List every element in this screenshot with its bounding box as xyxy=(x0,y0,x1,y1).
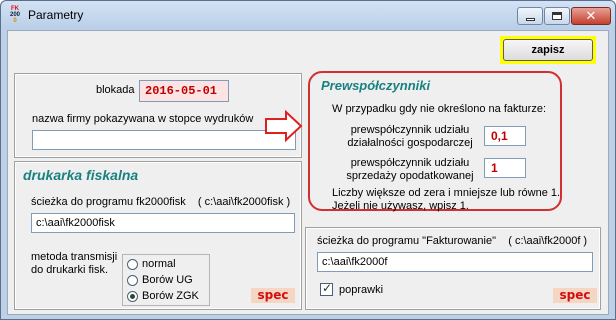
minimize-icon xyxy=(525,17,535,21)
save-highlight: zapisz xyxy=(500,36,596,64)
coefficients-intro: W przypadku gdy nie określono na fakturz… xyxy=(332,103,547,115)
maximize-button[interactable] xyxy=(544,7,570,25)
transmission-radio-group: normal Borów UG Borów ZGK xyxy=(122,254,210,306)
general-settings-panel: blokada 2016-05-01 nazwa firmy pokazywan… xyxy=(14,73,302,158)
radio-button[interactable] xyxy=(127,258,138,270)
firm-name-input[interactable] xyxy=(32,130,296,150)
activity-coefficient-label: prewspółczynnik udziału działalności gos… xyxy=(347,124,473,149)
firm-name-label: nazwa firmy pokazywana w stopce wydruków xyxy=(32,113,254,125)
transmission-label-line1: metoda transmisji xyxy=(31,251,118,263)
fiscal-spec-button[interactable]: spec xyxy=(251,288,295,303)
invoicing-path-label: ścieżka do programu "Fakturowanie" ( c:\… xyxy=(317,235,588,247)
fiscal-path-label: ścieżka do programu fk2000fisk ( c:\aai\… xyxy=(31,196,291,208)
close-icon: ✕ xyxy=(585,8,597,24)
fiscal-printer-title: drukarka fiskalna xyxy=(23,167,139,183)
invoicing-spec-button[interactable]: spec xyxy=(553,288,597,303)
coefficients-note-line2: Jeżeli nie używasz, wpisz 1. xyxy=(332,200,469,212)
parametry-window: FK 200 0 Parametry ✕ zapisz blokada 2016… xyxy=(0,0,616,320)
coefficients-title: Prewspółczynniki xyxy=(321,78,431,93)
radio-option-normal[interactable]: normal xyxy=(127,258,176,270)
invoicing-path-input[interactable]: c:\aai\fk2000f xyxy=(317,252,593,272)
sales-coefficient-label: prewspółczynnik udziału sprzedaży opodat… xyxy=(346,157,474,182)
minimize-button[interactable] xyxy=(517,7,543,25)
radio-option-borow-ug[interactable]: Borów UG xyxy=(127,274,193,286)
blokada-date-input[interactable]: 2016-05-01 xyxy=(139,80,229,102)
fiscal-printer-panel: drukarka fiskalna ścieżka do programu fk… xyxy=(14,161,302,310)
sales-coefficient-input[interactable]: 1 xyxy=(484,158,526,178)
invoicing-panel: ścieżka do programu "Fakturowanie" ( c:\… xyxy=(305,227,601,310)
coefficients-note-line1: Liczby większe od zera i mniejsze lub ró… xyxy=(332,187,561,199)
pointer-arrow-icon xyxy=(265,110,303,142)
fixes-label: poprawki xyxy=(339,283,384,296)
blokada-label: blokada xyxy=(96,84,135,96)
transmission-label-line2: do drukarki fisk. xyxy=(31,264,109,276)
fixes-checkbox-row[interactable]: poprawki xyxy=(320,281,384,296)
save-button[interactable]: zapisz xyxy=(503,39,593,61)
title-bar[interactable]: FK 200 0 Parametry ✕ xyxy=(1,1,615,29)
radio-button[interactable] xyxy=(127,274,138,286)
close-button[interactable]: ✕ xyxy=(571,7,611,25)
radio-option-borow-zgk[interactable]: Borów ZGK xyxy=(127,290,199,302)
fiscal-path-input[interactable]: c:\aai\fk2000fisk xyxy=(31,213,295,233)
maximize-icon xyxy=(552,12,562,20)
activity-coefficient-input[interactable]: 0,1 xyxy=(484,126,526,146)
window-title: Parametry xyxy=(28,8,84,22)
fixes-checkbox[interactable] xyxy=(320,281,333,296)
app-logo-icon: FK 200 0 xyxy=(9,6,20,24)
radio-button-selected[interactable] xyxy=(127,290,138,302)
coefficients-panel: Prewspółczynniki W przypadku gdy nie okr… xyxy=(308,71,562,212)
client-area: zapisz blokada 2016-05-01 nazwa firmy po… xyxy=(7,30,609,315)
